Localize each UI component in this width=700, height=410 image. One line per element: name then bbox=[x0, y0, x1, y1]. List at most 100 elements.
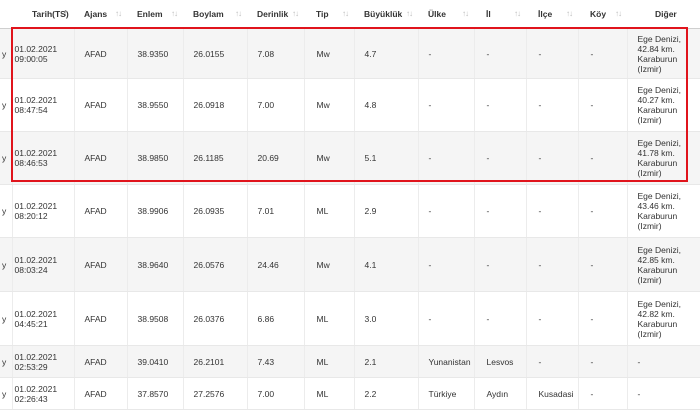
header-il[interactable]: İl ↑↓ bbox=[474, 0, 526, 29]
cell-il: - bbox=[474, 131, 527, 185]
cell-tarih-date: 01.02.2021 bbox=[14, 254, 58, 265]
table-row[interactable]: y 01.02.2021 08:47:54 AFAD 38.9550 26.0918 7.0… bbox=[0, 78, 700, 132]
cell-ulke: Yunanistan bbox=[418, 345, 475, 378]
cell-derinlik: 7.00 bbox=[247, 377, 305, 410]
cell-diger: Ege Denizi, 41.78 km. Karaburun (Izmir) bbox=[627, 131, 700, 185]
cell-ulke: - bbox=[418, 237, 475, 292]
cell-il: - bbox=[474, 184, 527, 238]
sort-arrows-icon: ↑↓ bbox=[115, 9, 122, 18]
cell-diger-line: Karaburun bbox=[637, 264, 678, 275]
cell-ilce: Kusadasi bbox=[526, 377, 579, 410]
header-ilce[interactable]: İlçe ↑↓ bbox=[526, 0, 578, 29]
cell-diger: Ege Denizi, 42.85 km. Karaburun (Izmir) bbox=[627, 237, 700, 292]
sort-arrows-icon: ↑↓ bbox=[171, 9, 178, 18]
cell-tip: ML bbox=[304, 377, 355, 410]
cell-diger-line: Ege Denizi, bbox=[637, 244, 681, 255]
header-tip[interactable]: Tip ↑↓ bbox=[304, 0, 354, 29]
cell-il: Aydın bbox=[474, 377, 527, 410]
cell-ilce: - bbox=[526, 237, 579, 292]
header-first[interactable] bbox=[0, 0, 12, 29]
cell-tarih: 01.02.2021 09:00:05 bbox=[12, 28, 75, 79]
cell-boylam: 26.0918 bbox=[183, 78, 248, 132]
table-body: y 01.02.2021 09:00:05 AFAD 38.9350 26.0155 7.0… bbox=[0, 28, 700, 410]
earthquake-table: Tarih(TS) ↓⇡ Ajans ↑↓ Enlem ↑↓ Boylam ↑↓ Der… bbox=[0, 0, 700, 410]
cell-tarih-date: 01.02.2021 bbox=[14, 201, 58, 211]
cell-derinlik: 7.43 bbox=[247, 345, 305, 378]
cell-ulke: - bbox=[418, 291, 475, 346]
cell-ajans: AFAD bbox=[74, 78, 128, 132]
cell-tarih-date: 01.02.2021 bbox=[14, 95, 58, 105]
cell-ilce: - bbox=[526, 78, 579, 132]
header-derinlik[interactable]: Derinlik ↑↓ bbox=[247, 0, 304, 29]
cell-il: - bbox=[474, 237, 527, 292]
cell-tarih: 01.02.2021 02:53:29 bbox=[12, 345, 75, 378]
cell-first: y bbox=[0, 237, 13, 292]
cell-ulke: - bbox=[418, 131, 475, 185]
cell-koy: - bbox=[578, 131, 628, 185]
table-header: Tarih(TS) ↓⇡ Ajans ↑↓ Enlem ↑↓ Boylam ↑↓ Der… bbox=[0, 0, 700, 29]
cell-ilce: - bbox=[526, 184, 579, 238]
header-ajans[interactable]: Ajans ↑↓ bbox=[74, 0, 127, 29]
cell-diger-line: 42.82 km. bbox=[637, 308, 675, 319]
cell-boylam: 26.1185 bbox=[183, 131, 248, 185]
cell-ilce: - bbox=[526, 28, 579, 79]
cell-diger-line: 42.85 km. bbox=[637, 254, 675, 265]
cell-diger-line: (Izmir) bbox=[637, 115, 662, 125]
cell-ulke: - bbox=[418, 78, 475, 132]
cell-first: y bbox=[0, 78, 13, 132]
cell-ajans: AFAD bbox=[74, 291, 128, 346]
header-enlem[interactable]: Enlem ↑↓ bbox=[127, 0, 183, 29]
table-row[interactable]: y 01.02.2021 02:53:29 AFAD 39.0410 26.2101 7.4… bbox=[0, 345, 700, 378]
table-row[interactable]: y 01.02.2021 04:45:21 AFAD 38.9508 26.0376 6.8… bbox=[0, 291, 700, 346]
cell-derinlik: 24.46 bbox=[247, 237, 305, 292]
cell-ulke: - bbox=[418, 184, 475, 238]
cell-diger-line: Karaburun bbox=[637, 158, 678, 168]
cell-diger-line: (Izmir) bbox=[637, 63, 662, 74]
table-row[interactable]: y 01.02.2021 09:00:05 AFAD 38.9350 26.0155 7.0… bbox=[0, 28, 700, 79]
header-tarih[interactable]: Tarih(TS) ↓⇡ bbox=[12, 0, 74, 29]
cell-derinlik: 7.08 bbox=[247, 28, 305, 79]
header-koy[interactable]: Köy ↑↓ bbox=[578, 0, 627, 29]
cell-tip: ML bbox=[304, 291, 355, 346]
header-buyukluk[interactable]: Büyüklük ↑↓ bbox=[354, 0, 418, 29]
table-row[interactable]: y 01.02.2021 08:46:53 AFAD 38.9850 26.1185 20.… bbox=[0, 131, 700, 185]
table-row[interactable]: y 01.02.2021 08:20:12 AFAD 38.9906 26.0935 7.0… bbox=[0, 184, 700, 238]
cell-ajans: AFAD bbox=[74, 345, 128, 378]
header-boylam[interactable]: Boylam ↑↓ bbox=[183, 0, 247, 29]
cell-ajans: AFAD bbox=[74, 237, 128, 292]
cell-ulke: Türkiye bbox=[418, 377, 475, 410]
header-ulke[interactable]: Ülke ↑↓ bbox=[418, 0, 474, 29]
cell-tip: ML bbox=[304, 184, 355, 238]
cell-first: y bbox=[0, 291, 13, 346]
sort-arrows-icon: ↑↓ bbox=[462, 9, 469, 18]
cell-first: y bbox=[0, 345, 13, 378]
cell-tarih-time: 08:03:24 bbox=[14, 264, 48, 275]
cell-tarih: 01.02.2021 08:46:53 bbox=[12, 131, 75, 185]
cell-derinlik: 7.00 bbox=[247, 78, 305, 132]
cell-diger-line: (Izmir) bbox=[637, 168, 662, 178]
cell-tarih-time: 09:00:05 bbox=[14, 53, 48, 64]
cell-first: y bbox=[0, 131, 13, 185]
cell-buyukluk: 3.0 bbox=[354, 291, 419, 346]
cell-tip: Mw bbox=[304, 131, 355, 185]
table-row[interactable]: y 01.02.2021 02:26:43 AFAD 37.8570 27.2576 7.0… bbox=[0, 377, 700, 410]
cell-buyukluk: 4.1 bbox=[354, 237, 419, 292]
cell-il: - bbox=[474, 28, 527, 79]
cell-tip: ML bbox=[304, 345, 355, 378]
cell-diger-line: - bbox=[637, 388, 641, 399]
header-diger[interactable]: Diğer bbox=[627, 0, 700, 29]
cell-diger: Ege Denizi, 42.84 km. Karaburun (Izmir) bbox=[627, 28, 700, 79]
cell-diger: Ege Denizi, 42.82 km. Karaburun (Izmir) bbox=[627, 291, 700, 346]
cell-diger: Ege Denizi, 43.46 km. Karaburun (Izmir) bbox=[627, 184, 700, 238]
cell-tarih: 01.02.2021 02:26:43 bbox=[12, 377, 75, 410]
cell-koy: - bbox=[578, 345, 628, 378]
cell-buyukluk: 2.1 bbox=[354, 345, 419, 378]
cell-buyukluk: 4.8 bbox=[354, 78, 419, 132]
table-row[interactable]: y 01.02.2021 08:03:24 AFAD 38.9640 26.0576 24.… bbox=[0, 237, 700, 292]
cell-il: - bbox=[474, 78, 527, 132]
cell-tarih: 01.02.2021 08:20:12 bbox=[12, 184, 75, 238]
sort-arrows-icon: ↑↓ bbox=[342, 9, 349, 18]
cell-ajans: AFAD bbox=[74, 184, 128, 238]
cell-tarih-time: 04:45:21 bbox=[14, 318, 48, 329]
cell-first: y bbox=[0, 28, 13, 79]
